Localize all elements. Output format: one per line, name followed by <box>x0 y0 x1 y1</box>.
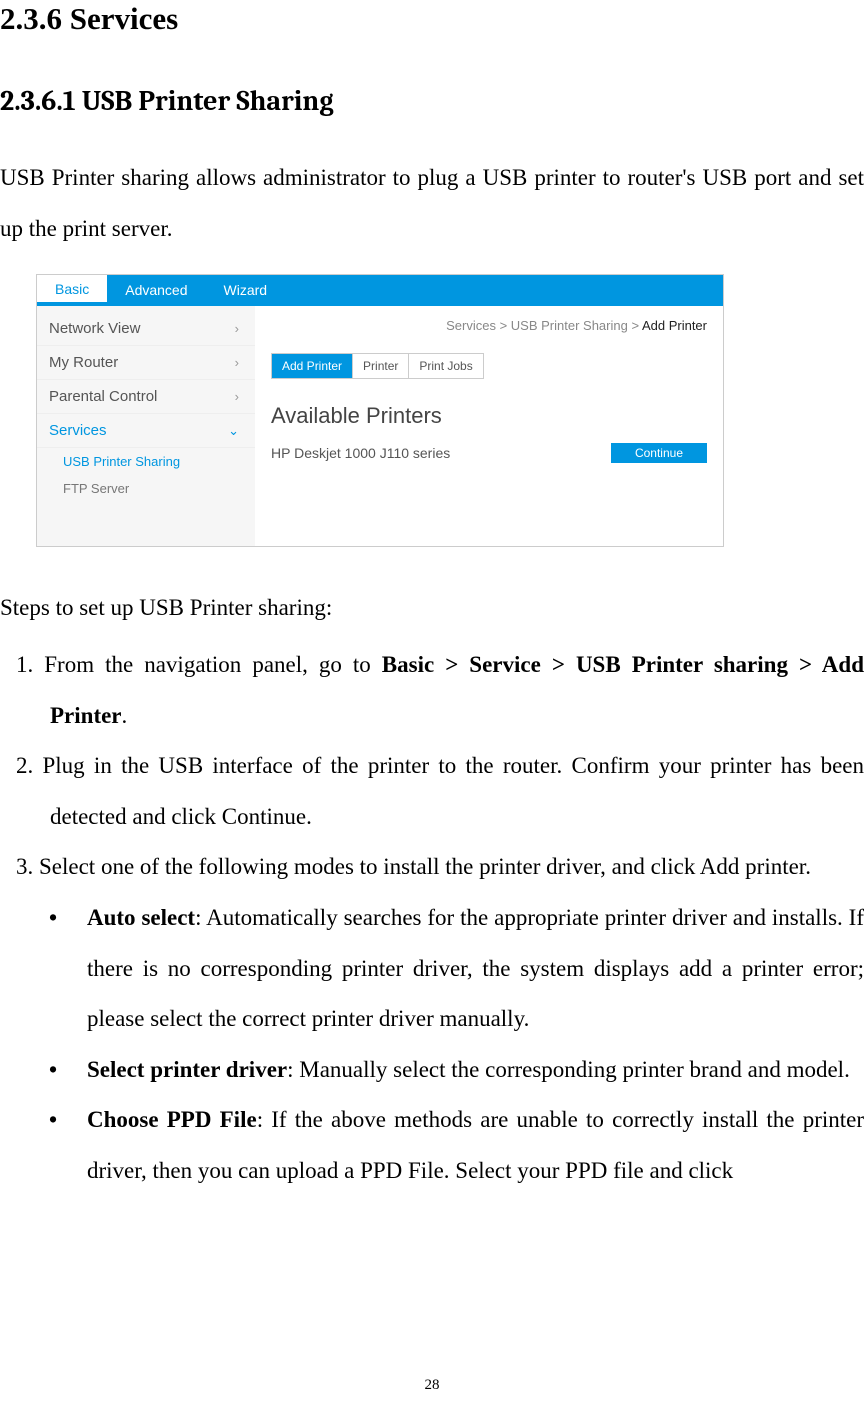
tab-advanced[interactable]: Advanced <box>107 275 205 304</box>
page-number: 28 <box>0 1377 864 1394</box>
bullet-auto-select: Auto select: Automatically searches for … <box>0 893 864 1045</box>
sidebar-label: Services <box>49 422 107 439</box>
step-3: Select one of the following modes to ins… <box>0 842 864 893</box>
breadcrumb: Services > USB Printer Sharing > Add Pri… <box>271 318 707 333</box>
subtab-print-jobs[interactable]: Print Jobs <box>409 354 482 378</box>
sidebar-sub-ftp-server[interactable]: FTP Server <box>37 475 255 502</box>
sidebar-item-my-router[interactable]: My Router › <box>37 346 255 380</box>
bullet-select-printer-driver: Select printer driver: Manually select t… <box>0 1045 864 1096</box>
subtab-printer[interactable]: Printer <box>353 354 409 378</box>
chevron-right-icon: › <box>235 355 239 370</box>
heading-services: 2.3.6 Services <box>0 0 864 37</box>
steps-intro: Steps to set up USB Printer sharing: <box>0 583 864 634</box>
sidebar: Network View › My Router › Parental Cont… <box>37 306 255 546</box>
step-1: From the navigation panel, go to Basic >… <box>0 640 864 741</box>
heading-usb-printer-sharing: 2.3.6.1 USB Printer Sharing <box>0 85 864 117</box>
chevron-down-icon: ⌄ <box>228 423 239 439</box>
printer-name: HP Deskjet 1000 J110 series <box>271 445 450 461</box>
breadcrumb-current: Add Printer <box>642 318 707 333</box>
sidebar-item-parental-control[interactable]: Parental Control › <box>37 380 255 414</box>
step-text: . <box>122 703 128 728</box>
main-panel: Services > USB Printer Sharing > Add Pri… <box>255 306 723 546</box>
sidebar-item-services[interactable]: Services ⌄ <box>37 414 255 448</box>
subtab-add-printer[interactable]: Add Printer <box>272 354 353 378</box>
bullet-choose-ppd-file: Choose PPD File: If the above methods ar… <box>0 1095 864 1196</box>
sidebar-item-network-view[interactable]: Network View › <box>37 312 255 346</box>
tab-wizard[interactable]: Wizard <box>206 275 286 304</box>
sidebar-label: Parental Control <box>49 388 157 405</box>
step-text: Plug in the USB interface of the printer… <box>43 753 864 829</box>
steps-list: From the navigation panel, go to Basic >… <box>0 640 864 893</box>
breadcrumb-sep: > <box>496 318 511 333</box>
breadcrumb-sep: > <box>628 318 642 333</box>
sidebar-label: Network View <box>49 320 140 337</box>
intro-paragraph: USB Printer sharing allows administrator… <box>0 153 864 254</box>
router-ui-screenshot: Basic Advanced Wizard Network View › My … <box>36 274 724 547</box>
sidebar-label: My Router <box>49 354 118 371</box>
bullet-bold: Choose PPD File <box>87 1107 257 1132</box>
bullet-text: : Automatically searches for the appropr… <box>87 905 864 1031</box>
bullet-bold: Auto select <box>87 905 195 930</box>
chevron-right-icon: › <box>235 389 239 404</box>
step-text: Select one of the following modes to ins… <box>39 854 811 879</box>
bullet-list: Auto select: Automatically searches for … <box>0 893 864 1197</box>
top-nav-tabs: Basic Advanced Wizard <box>37 275 723 306</box>
sidebar-sub-usb-printer-sharing[interactable]: USB Printer Sharing <box>37 448 255 475</box>
available-printers-heading: Available Printers <box>271 403 707 429</box>
bullet-bold: Select printer driver <box>87 1057 287 1082</box>
bullet-text: : Manually select the corresponding prin… <box>287 1057 850 1082</box>
step-2: Plug in the USB interface of the printer… <box>0 741 864 842</box>
step-text: From the navigation panel, go to <box>44 652 382 677</box>
breadcrumb-part: Services <box>446 318 496 333</box>
tab-basic[interactable]: Basic <box>37 275 107 304</box>
continue-button[interactable]: Continue <box>611 443 707 463</box>
chevron-right-icon: › <box>235 321 239 336</box>
printer-row: HP Deskjet 1000 J110 series Continue <box>271 439 707 467</box>
sub-tabs: Add Printer Printer Print Jobs <box>271 353 484 379</box>
breadcrumb-part: USB Printer Sharing <box>511 318 628 333</box>
